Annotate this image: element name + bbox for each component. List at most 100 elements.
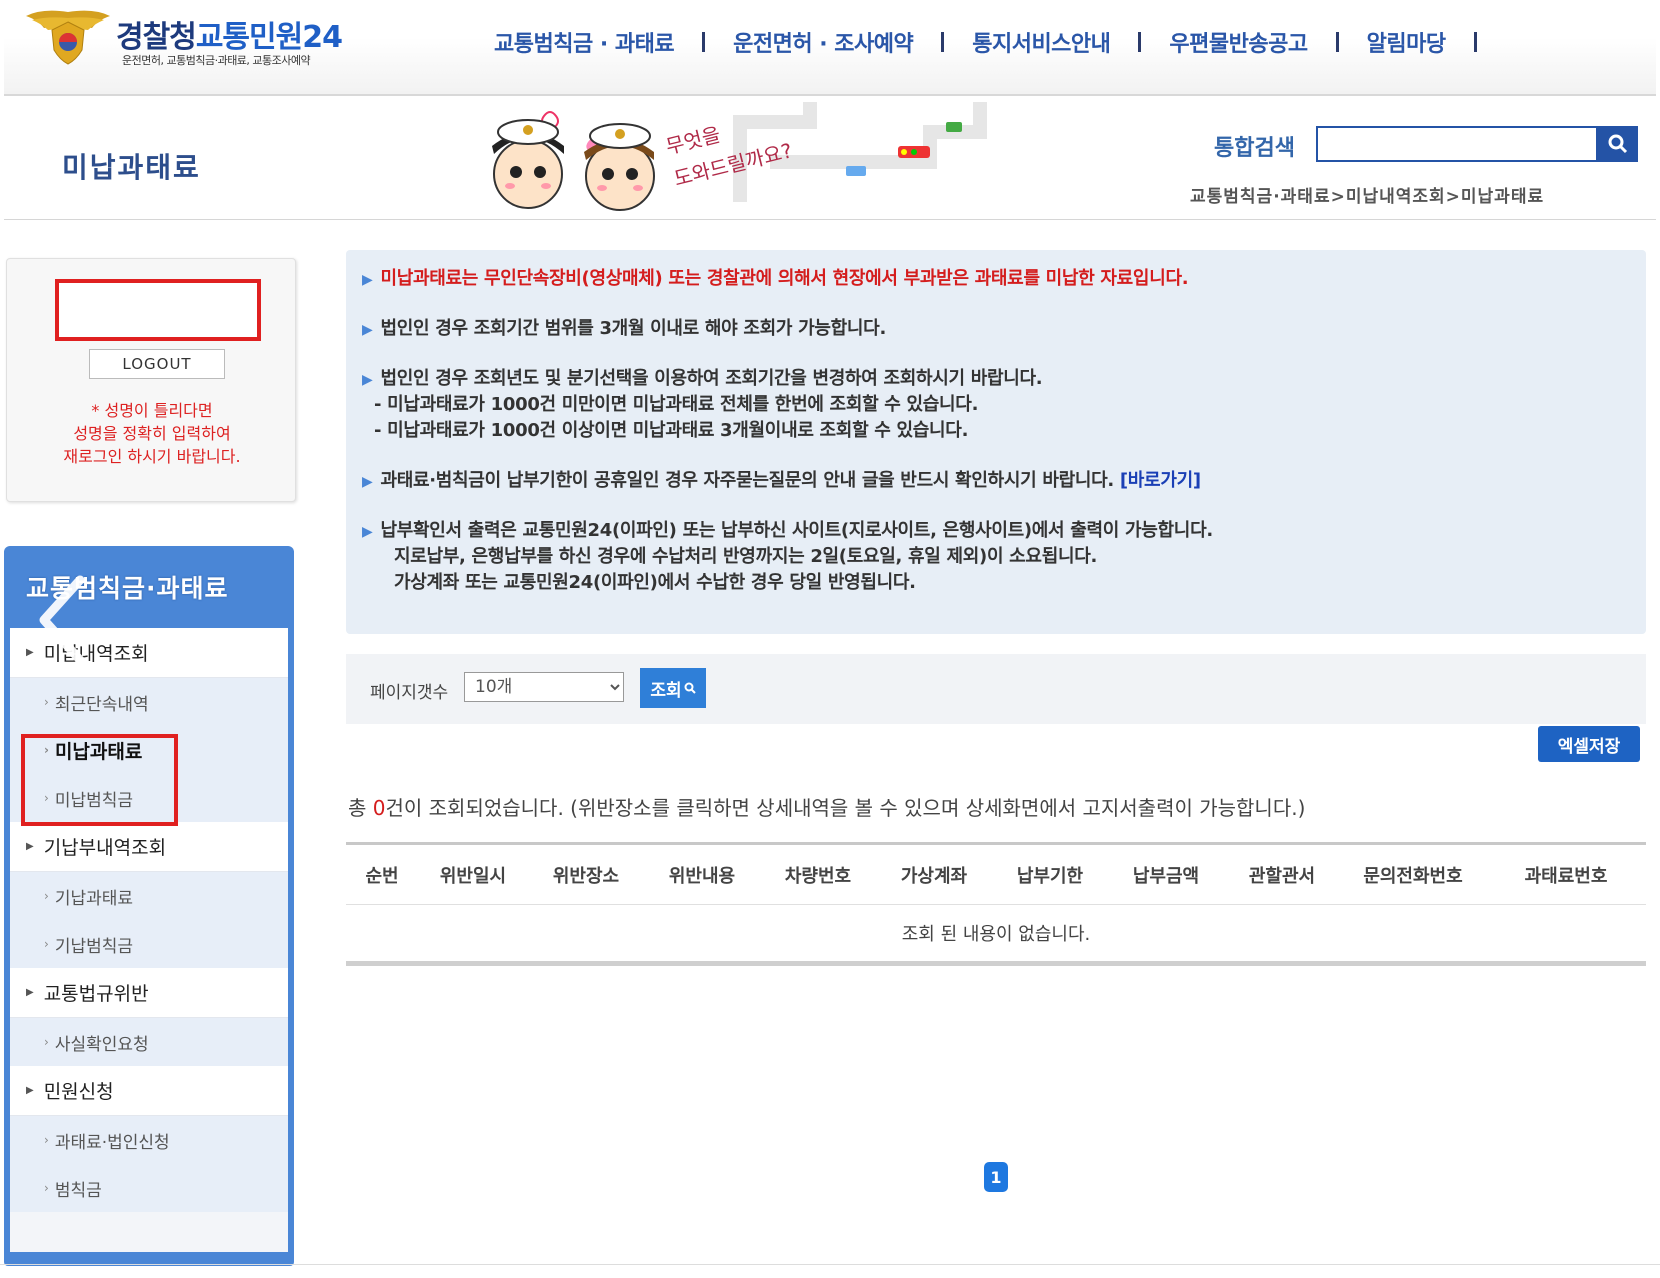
chevron-right-icon: › [44, 791, 49, 805]
menu-item-unpaid-penalty[interactable]: › 미납범칙금 [10, 774, 288, 822]
notice-text: 과태료·범칙금이 납부기한이 공휴일인 경우 자주묻는질문의 안내 글을 반드시… [380, 470, 1114, 491]
menu-item-recent-enforcement[interactable]: › 최근단속내역 [10, 678, 288, 726]
summary-suffix: 건이 조회되었습니다. (위반장소를 클릭하면 상세내역을 볼 수 있으며 상세… [385, 796, 1306, 820]
column-header: 관할관서 [1248, 865, 1316, 887]
chevron-right-icon: › [44, 743, 49, 757]
notice-text: 미납과태료는 무인단속장비(영상매체) 또는 경찰관에 의해서 현장에서 부과받… [380, 268, 1189, 289]
mascot-text-1: 무엇을 [663, 122, 722, 159]
column-header: 위반내용 [668, 865, 736, 887]
summary-prefix: 총 [348, 796, 373, 820]
notice-text: 법인인 경우 조회기간 범위를 3개월 이내로 해야 조회가 가능합니다. [380, 318, 886, 339]
chevron-right-icon: › [44, 1181, 49, 1195]
notice-subline: - 미납과태료가 1000건 미만이면 미납과태료 전체를 한번에 조회할 수 … [374, 394, 979, 415]
nav-fines[interactable]: 교통범칙금 · 과태료 [494, 26, 675, 58]
nav-license[interactable]: 운전면허 · 조사예약 [733, 26, 914, 58]
nav-returned-mail[interactable]: 우편물반송공고 [1169, 26, 1308, 58]
logout-button[interactable]: LOGOUT [89, 349, 225, 379]
menu-label: 범칙금 [54, 1180, 102, 1201]
bullet-icon: ▶ [362, 524, 373, 540]
notice-line: ▶ 법인인 경우 조회년도 및 분기선택을 이용하여 조회기간을 변경하여 조회하… [362, 364, 1043, 390]
table-header: 순번 위반일시 위반장소 위반내용 차량번호 가상계좌 납부기한 납부금액 관할… [346, 845, 1646, 905]
logo-subtitle: 운전면허, 교통범칙금·과태료, 교통조사예약 [122, 54, 311, 67]
page-size-label: 페이지갯수 [370, 683, 449, 703]
menu-item-unpaid-fine[interactable]: › 미납과태료 [10, 726, 288, 774]
footer-divider [0, 1264, 1660, 1265]
breadcrumb: 교통범칙금·과태료>미납내역조회>미납과태료 [1190, 187, 1545, 207]
menu-category-petition[interactable]: ▶ 민원신청 [10, 1066, 288, 1116]
column-header: 위반장소 [552, 865, 620, 887]
menu-item-penalty-request[interactable]: › 범칙금 [10, 1164, 288, 1212]
column-header: 납부기한 [1016, 865, 1084, 887]
menu-category-violation[interactable]: ▶ 교통법규위반 [10, 968, 288, 1018]
table-bottom-border [346, 961, 1646, 966]
search-button[interactable] [1598, 126, 1638, 162]
triangle-right-icon: ▶ [26, 987, 34, 998]
chevron-right-icon: › [44, 1133, 49, 1147]
login-note-line: 성명을 정확히 입력하여 [73, 424, 231, 443]
page-title: 미납과태료 [62, 151, 201, 184]
result-count: 0 [372, 796, 386, 820]
triangle-right-icon: ▶ [26, 647, 34, 658]
column-header: 차량번호 [784, 865, 852, 887]
table-empty-message: 조회 된 내용이 없습니다. [901, 924, 1091, 945]
menu-item-corporate-request[interactable]: › 과태료·법인신청 [10, 1116, 288, 1164]
result-table: 순번 위반일시 위반장소 위반내용 차량번호 가상계좌 납부기한 납부금액 관할… [346, 842, 1646, 966]
user-name-box [55, 279, 261, 341]
logo-title: 경찰청교통민원24 [116, 12, 343, 56]
page-size-select[interactable]: 10개 [464, 672, 624, 702]
faq-link[interactable]: [바로가기] [1120, 470, 1201, 491]
column-header: 위반일시 [439, 865, 507, 887]
pagination-page-current[interactable]: 1 [984, 1162, 1008, 1192]
column-header: 문의전화번호 [1363, 865, 1463, 887]
sub-header: 미납과태료 무엇을 도와드릴까요? 통합검색 교통범칙금·과태료>미납내역조회>… [4, 98, 1656, 220]
menu-label: 미납범칙금 [54, 790, 134, 811]
column-header: 납부금액 [1132, 865, 1200, 887]
menu-label: 기납범칙금 [54, 936, 134, 957]
nav-divider [1335, 32, 1339, 52]
notice-text: 법인인 경우 조회년도 및 분기선택을 이용하여 조회기간을 변경하여 조회하시… [380, 368, 1043, 389]
menu-label: 최근단속내역 [54, 694, 149, 715]
nav-divider [941, 32, 945, 52]
bullet-icon: ▶ [362, 272, 373, 288]
nav-divider [1473, 32, 1477, 52]
column-header: 과태료번호 [1524, 865, 1608, 887]
menu-label: 미납과태료 [54, 740, 143, 763]
menu-item-paid-penalty[interactable]: › 기납범칙금 [10, 920, 288, 968]
bullet-icon: ▶ [362, 322, 373, 338]
logo-title-service: 교통민원24 [195, 20, 343, 55]
menu-label: 과태료·법인신청 [54, 1132, 170, 1153]
nav-notice-board[interactable]: 알림마당 [1367, 26, 1446, 58]
site-logo[interactable]: 경찰청교통민원24 운전면허, 교통범칙금·과태료, 교통조사예약 [22, 6, 382, 68]
back-arrow-icon[interactable] [34, 572, 94, 668]
column-header: 순번 [365, 865, 399, 887]
search-icon [684, 682, 696, 694]
chevron-right-icon: › [44, 1035, 49, 1049]
login-note-line: 재로그인 하시기 바랍니다. [63, 447, 241, 466]
nav-notification[interactable]: 통지서비스안내 [972, 26, 1111, 58]
side-menu-list: ▶ 미납내역조회 › 최근단속내역 › 미납과태료 › 미납범칙금 ▶ 기납부내역조회 ›… [10, 628, 288, 1252]
chevron-right-icon: › [44, 937, 49, 951]
excel-save-button[interactable]: 엑셀저장 [1538, 726, 1640, 762]
result-summary: 총 0건이 조회되었습니다. (위반장소를 클릭하면 상세내역을 볼 수 있으며… [348, 792, 1305, 821]
search-input[interactable] [1316, 126, 1598, 162]
global-nav: 교통범칙금 · 과태료 운전면허 · 조사예약 통지서비스안내 우편물반송공고 … [494, 26, 1505, 58]
notice-subline: 지로납부, 은행납부를 하신 경우에 수납처리 반영까지는 2일(토요일, 휴일… [394, 546, 1098, 567]
menu-item-fact-check[interactable]: › 사실확인요청 [10, 1018, 288, 1066]
menu-item-paid-fine[interactable]: › 기납과태료 [10, 872, 288, 920]
column-header: 가상계좌 [900, 865, 968, 887]
bullet-icon: ▶ [362, 372, 373, 388]
bullet-icon: ▶ [362, 474, 373, 490]
notice-box: ▶ 미납과태료는 무인단속장비(영상매체) 또는 경찰관에 의해서 현장에서 부과… [346, 250, 1646, 634]
triangle-right-icon: ▶ [26, 1085, 34, 1096]
notice-line: ▶ 납부확인서 출력은 교통민원24(이파인) 또는 납부하신 사이트(지로사이트… [362, 516, 1213, 542]
login-panel: LOGOUT * 성명이 틀리다면 성명을 정확히 입력하여 재로그인 하시기 … [6, 258, 296, 502]
query-button[interactable]: 조회 [640, 668, 706, 708]
menu-label: 교통법규위반 [43, 983, 149, 1005]
menu-label: 민원신청 [43, 1081, 114, 1103]
menu-category-paid[interactable]: ▶ 기납부내역조회 [10, 822, 288, 872]
menu-label: 기납과태료 [54, 888, 134, 909]
chevron-right-icon: › [44, 695, 49, 709]
police-emblem-icon [26, 10, 110, 65]
logo-title-police: 경찰청 [116, 20, 197, 55]
notice-line: ▶ 법인인 경우 조회기간 범위를 3개월 이내로 해야 조회가 가능합니다. [362, 314, 886, 340]
